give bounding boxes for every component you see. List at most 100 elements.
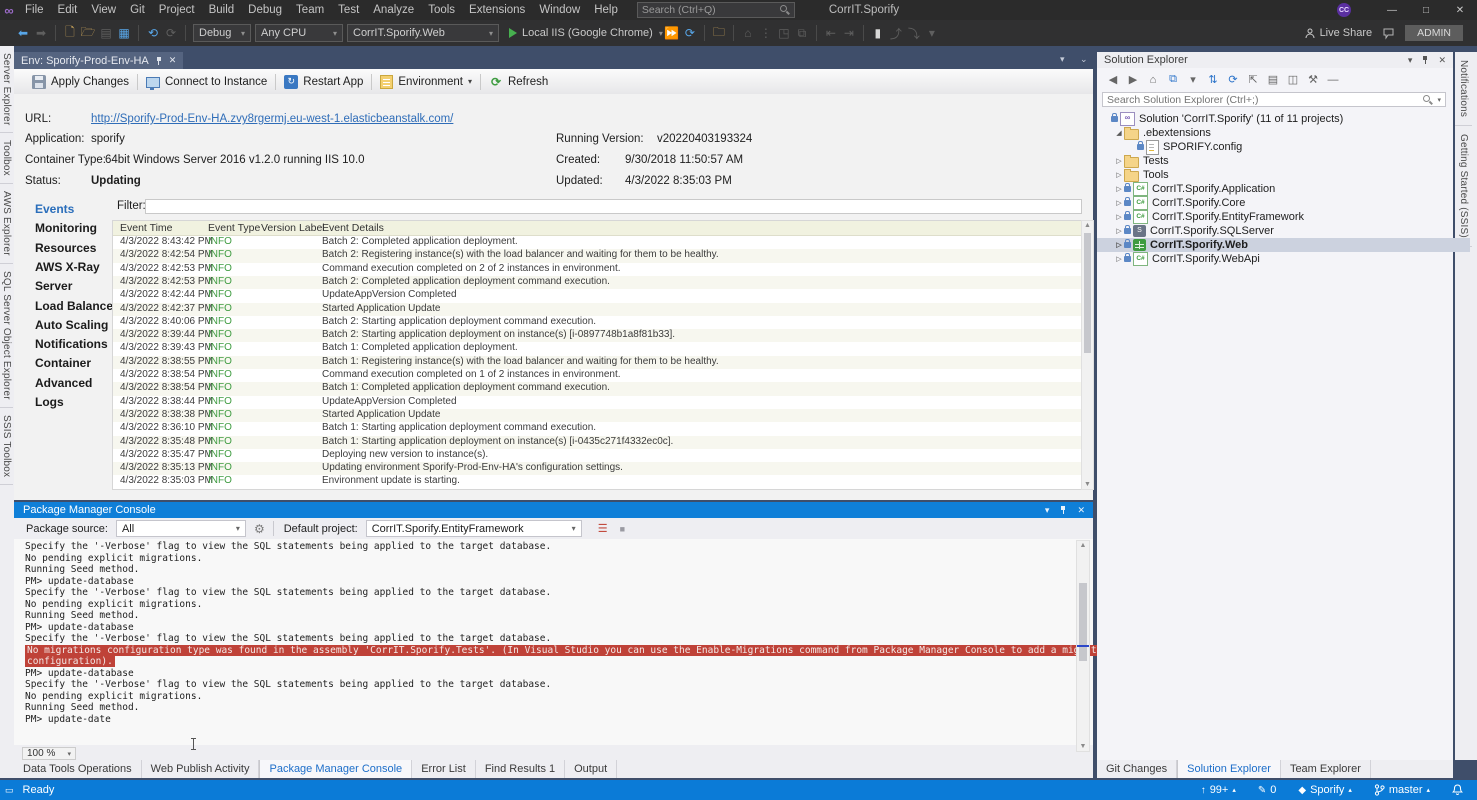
- status-pencil[interactable]: ✎0: [1258, 784, 1277, 796]
- event-row[interactable]: 4/3/2022 8:42:53 PMINFOCommand execution…: [113, 263, 1083, 276]
- env-nav-load-balancer[interactable]: Load Balancer: [35, 299, 118, 313]
- clear-console-icon[interactable]: ☰: [598, 522, 608, 535]
- event-row[interactable]: 4/3/2022 8:35:13 PMINFOUpdating environm…: [113, 462, 1083, 475]
- event-row[interactable]: 4/3/2022 8:38:54 PMINFOCommand execution…: [113, 369, 1083, 382]
- menu-test[interactable]: Test: [331, 0, 366, 20]
- env-nav-monitoring[interactable]: Monitoring: [35, 221, 97, 235]
- default-project-dropdown[interactable]: CorrIT.Sporify.EntityFramework▾: [366, 520, 582, 537]
- minimize-button[interactable]: —: [1375, 0, 1409, 20]
- event-row[interactable]: 4/3/2022 8:38:44 PMINFOUpdateAppVersion …: [113, 396, 1083, 409]
- menu-window[interactable]: Window: [532, 0, 587, 20]
- attach-to-process-icon[interactable]: ⏩: [663, 24, 681, 42]
- event-row[interactable]: 4/3/2022 8:43:42 PMINFOBatch 2: Complete…: [113, 236, 1083, 249]
- env-nav-container[interactable]: Container: [35, 356, 91, 370]
- close-icon[interactable]: ✕: [1438, 55, 1446, 66]
- navigate-back-icon[interactable]: ⬅: [14, 24, 32, 42]
- side-tab-solution-explorer[interactable]: Solution Explorer: [1177, 760, 1281, 778]
- bookmark-icon[interactable]: ▮: [869, 24, 887, 42]
- wrench-icon[interactable]: ⚒: [1305, 72, 1321, 88]
- column-header[interactable]: Version Label: [261, 222, 325, 234]
- command-refresh[interactable]: ⟳Refresh: [481, 71, 556, 93]
- tree-item-ebextensions[interactable]: ◢.ebextensions: [1097, 126, 1470, 140]
- pin-icon[interactable]: [155, 56, 163, 66]
- forward-icon[interactable]: ▶: [1125, 72, 1141, 88]
- pending-changes-filter-icon[interactable]: ▾: [1185, 72, 1201, 88]
- solution-explorer-search-input[interactable]: [1103, 94, 1423, 106]
- event-row[interactable]: 4/3/2022 8:42:44 PMINFOUpdateAppVersion …: [113, 289, 1083, 302]
- tree-item-corrit-sporify-application[interactable]: ▷C#CorrIT.Sporify.Application: [1097, 182, 1470, 196]
- background-tasks-icon[interactable]: ▭: [5, 785, 14, 796]
- left-tab-ssis-toolbox[interactable]: SSIS Toolbox: [0, 408, 13, 485]
- maximize-button[interactable]: □: [1409, 0, 1443, 20]
- environment-url-link[interactable]: http://Sporify-Prod-Env-HA.zvy8rgermj.eu…: [91, 113, 453, 125]
- left-tab-toolbox[interactable]: Toolbox: [0, 133, 13, 184]
- event-row[interactable]: 4/3/2022 8:36:10 PMINFOBatch 1: Starting…: [113, 422, 1083, 435]
- bottom-tab-output[interactable]: Output: [565, 760, 617, 778]
- feedback-icon[interactable]: [1382, 27, 1395, 40]
- expander-expanded-icon[interactable]: ◢: [1114, 129, 1124, 137]
- expander-collapsed-icon[interactable]: ▷: [1114, 199, 1124, 207]
- sync-with-active-document-icon[interactable]: ⇅: [1205, 72, 1221, 88]
- left-tab-aws-explorer[interactable]: AWS Explorer: [0, 184, 13, 264]
- menu-file[interactable]: File: [18, 0, 51, 20]
- event-row[interactable]: 4/3/2022 8:38:55 PMINFOBatch 1: Register…: [113, 356, 1083, 369]
- save-icon[interactable]: ▤: [97, 24, 115, 42]
- left-tab-server-explorer[interactable]: Server Explorer: [0, 46, 13, 133]
- pin-icon[interactable]: [1059, 505, 1067, 515]
- redo-icon[interactable]: ⟳: [162, 24, 180, 42]
- back-icon[interactable]: ◀: [1105, 72, 1121, 88]
- document-tab[interactable]: Env: Sporify-Prod-Env-HA ✕: [14, 52, 183, 69]
- menu-edit[interactable]: Edit: [51, 0, 85, 20]
- column-header[interactable]: Event Type: [208, 222, 260, 234]
- command-environment[interactable]: Environment▾: [372, 71, 480, 93]
- console-zoom-dropdown[interactable]: 100 %▾: [22, 747, 76, 760]
- tree-item-corrit-sporify-sqlserver[interactable]: ▷SCorrIT.Sporify.SQLServer: [1097, 224, 1470, 238]
- tree-item-tests[interactable]: ▷Tests: [1097, 154, 1470, 168]
- open-file-icon[interactable]: 🗁: [79, 24, 97, 42]
- copy-icon[interactable]: ⧉: [793, 24, 811, 42]
- command-restart-app[interactable]: ↻Restart App: [276, 71, 371, 93]
- menu-help[interactable]: Help: [587, 0, 625, 20]
- stop-icon[interactable]: ■: [620, 524, 625, 534]
- console-output[interactable]: Specify the '-Verbose' flag to view the …: [14, 539, 1093, 745]
- solution-platform-dropdown[interactable]: Any CPU▾: [255, 24, 343, 42]
- tree-item-solution-corrit-sporify-11-of-11-projects[interactable]: ∞Solution 'CorrIT.Sporify' (11 of 11 pro…: [1097, 112, 1457, 126]
- tree-item-corrit-sporify-entityframework[interactable]: ▷C#CorrIT.Sporify.EntityFramework: [1097, 210, 1470, 224]
- close-button[interactable]: ✕: [1443, 0, 1477, 20]
- events-filter-input[interactable]: [145, 199, 1082, 214]
- account-avatar[interactable]: CC: [1337, 3, 1351, 17]
- events-scrollbar[interactable]: ▲ ▼: [1081, 220, 1094, 490]
- solution-configuration-dropdown[interactable]: Debug▾: [193, 24, 251, 42]
- event-row[interactable]: 4/3/2022 8:39:43 PMINFOBatch 1: Complete…: [113, 342, 1083, 355]
- event-row[interactable]: 4/3/2022 8:35:47 PMINFODeploying new ver…: [113, 449, 1083, 462]
- expander-collapsed-icon[interactable]: ▷: [1114, 171, 1124, 179]
- admin-button[interactable]: ADMIN: [1405, 25, 1463, 41]
- tree-item-tools[interactable]: ▷Tools: [1097, 168, 1470, 182]
- expander-collapsed-icon[interactable]: ▷: [1114, 213, 1124, 221]
- menu-team[interactable]: Team: [289, 0, 331, 20]
- menu-tools[interactable]: Tools: [421, 0, 462, 20]
- left-tab-sql-server-object-explorer[interactable]: SQL Server Object Explorer: [0, 264, 13, 408]
- new-item-icon[interactable]: ◳: [775, 24, 793, 42]
- bottom-tab-find-results-1[interactable]: Find Results 1: [476, 760, 565, 778]
- event-row[interactable]: 4/3/2022 8:42:37 PMINFOStarted Applicati…: [113, 303, 1083, 316]
- event-row[interactable]: 4/3/2022 8:38:38 PMINFOStarted Applicati…: [113, 409, 1083, 422]
- env-nav-notifications[interactable]: Notifications: [35, 337, 108, 351]
- browser-preview-icon[interactable]: ⌂: [739, 24, 757, 42]
- previous-bookmark-icon[interactable]: ⤴: [887, 24, 905, 42]
- preview-selected-items-icon[interactable]: ◫: [1285, 72, 1301, 88]
- menu-git[interactable]: Git: [123, 0, 152, 20]
- indent-decrease-icon[interactable]: ⇤: [822, 24, 840, 42]
- side-tab-team-explorer[interactable]: Team Explorer: [1281, 760, 1371, 778]
- right-tab-notifications[interactable]: Notifications: [1455, 52, 1472, 126]
- event-row[interactable]: 4/3/2022 8:42:53 PMINFOBatch 2: Complete…: [113, 276, 1083, 289]
- event-row[interactable]: 4/3/2022 8:39:44 PMINFOBatch 2: Starting…: [113, 329, 1083, 342]
- properties-icon[interactable]: ▤: [1265, 72, 1281, 88]
- bookmark-overflow-icon[interactable]: ▾: [923, 24, 941, 42]
- event-row[interactable]: 4/3/2022 8:35:48 PMINFOBatch 1: Starting…: [113, 436, 1083, 449]
- find-in-files-icon[interactable]: 🗀: [710, 24, 728, 42]
- collapse-all-icon[interactable]: ⇱: [1245, 72, 1261, 88]
- menu-project[interactable]: Project: [152, 0, 202, 20]
- tab-close-icon[interactable]: ✕: [169, 55, 177, 66]
- expander-collapsed-icon[interactable]: ▷: [1114, 227, 1124, 235]
